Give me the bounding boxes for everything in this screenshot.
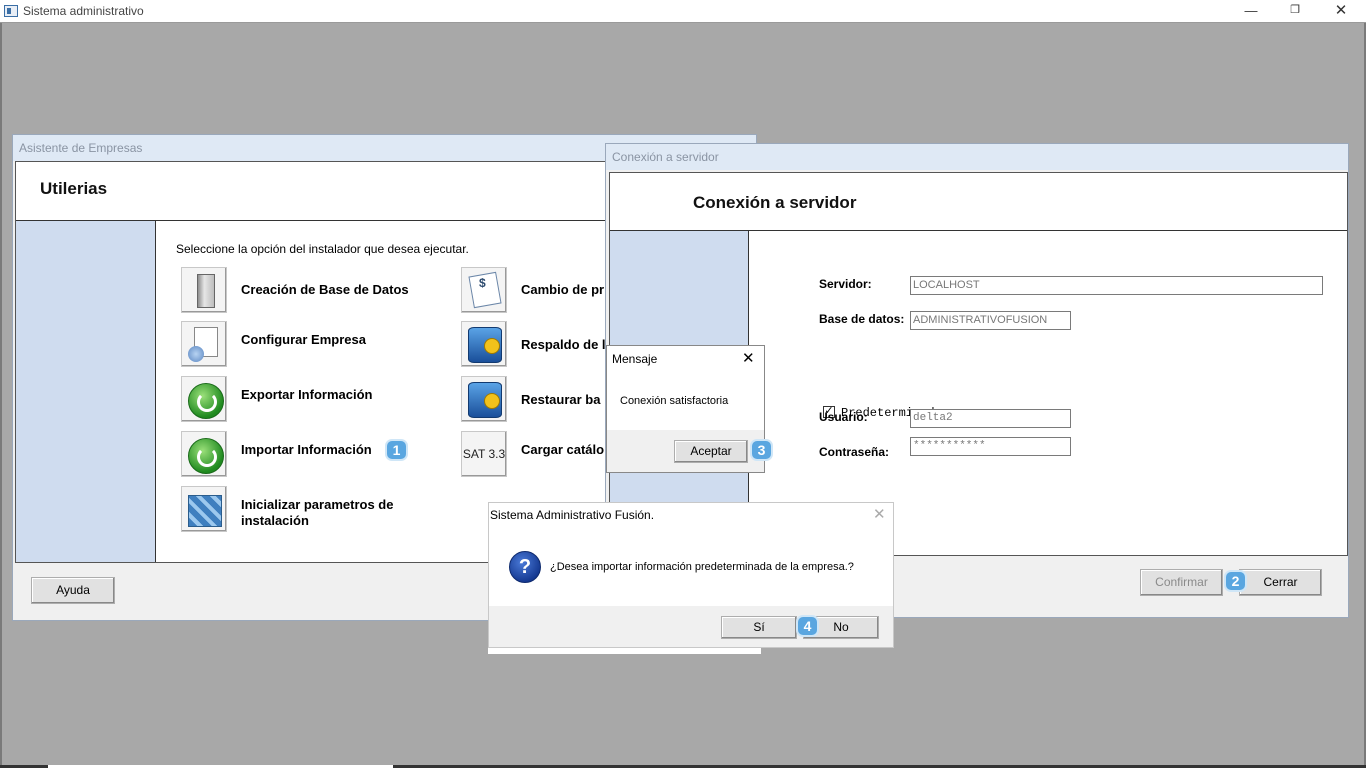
option-importar-informacion[interactable]: Importar Información [241,442,441,458]
import-arrow-icon[interactable] [181,431,227,477]
check-document-icon[interactable] [461,267,507,313]
step-badge-3: 3 [750,439,773,461]
asistente-header-title: Utilerias [40,179,108,198]
close-app-button[interactable]: ✕ [1318,0,1364,22]
database-gear-icon[interactable] [461,376,507,422]
asistente-instruction: Seleccione la opción del instalador que … [176,242,469,256]
database-key-icon[interactable] [461,321,507,367]
export-arrow-icon[interactable] [181,376,227,422]
contrasena-field[interactable]: *********** [910,437,1071,456]
asistente-title: Asistente de Empresas [19,141,143,155]
sat-icon[interactable]: SAT 3.3 [461,431,507,477]
restore-button[interactable]: ❐ [1272,0,1318,22]
dialog-shadow-strip [488,648,761,654]
usuario-label: Usuario: [819,410,868,424]
option-inicializar-parametros[interactable]: Inicializar parametros de instalación [241,497,441,529]
base-datos-label: Base de datos: [819,312,905,326]
sistema-dialog-title: Sistema Administrativo Fusión. [490,508,655,522]
servidor-field[interactable]: LOCALHOST [910,276,1323,295]
aceptar-button[interactable]: Aceptar [674,440,748,463]
base-datos-field[interactable]: ADMINISTRATIVOFUSION [910,311,1071,330]
minimize-button[interactable]: — [1228,0,1274,22]
database-server-icon[interactable] [181,267,227,313]
mensaje-footer: Aceptar [607,430,764,472]
option-configurar-empresa[interactable]: Configurar Empresa [241,332,441,348]
option-creacion-base-datos[interactable]: Creación de Base de Datos [241,282,441,298]
close-button[interactable]: Cerrar [1239,569,1322,596]
usuario-field[interactable]: delta2 [910,409,1071,428]
mensaje-title: Mensaje [612,352,658,366]
app-title: Sistema administrativo [23,4,144,18]
help-button[interactable]: Ayuda [31,577,115,604]
step-badge-4: 4 [796,615,819,637]
conexion-titlebar: Conexión a servidor [606,144,1348,170]
app-titlebar: Sistema administrativo — ❐ ✕ [0,0,1366,23]
close-icon[interactable]: ✕ [873,505,886,523]
sistema-dialog-footer: Sí No [489,606,893,647]
yes-button[interactable]: Sí [721,616,797,639]
sistema-dialog-question: ¿Desea importar información predetermina… [550,561,854,573]
step-badge-1: 1 [385,439,408,461]
config-document-icon[interactable] [181,321,227,367]
conexion-header-title: Conexión a servidor [693,193,857,212]
mensaje-dialog: Mensaje ✕ Conexión satisfactoria Aceptar [606,345,765,473]
conexion-title: Conexión a servidor [612,150,719,164]
conexion-header: Conexión a servidor [610,173,1347,231]
app-icon [4,5,18,17]
mensaje-text: Conexión satisfactoria [620,395,729,407]
contrasena-label: Contraseña: [819,445,890,459]
close-icon[interactable]: ✕ [742,349,755,367]
servidor-label: Servidor: [819,277,872,291]
question-icon: ? [509,551,541,583]
option-exportar-informacion[interactable]: Exportar Información [241,387,441,403]
cubes-icon[interactable] [181,486,227,532]
sistema-dialog: Sistema Administrativo Fusión. ✕ ? ¿Dese… [488,502,894,648]
confirm-button[interactable]: Confirmar [1140,569,1223,596]
step-badge-2: 2 [1224,570,1247,592]
asistente-sidebar [16,221,156,562]
